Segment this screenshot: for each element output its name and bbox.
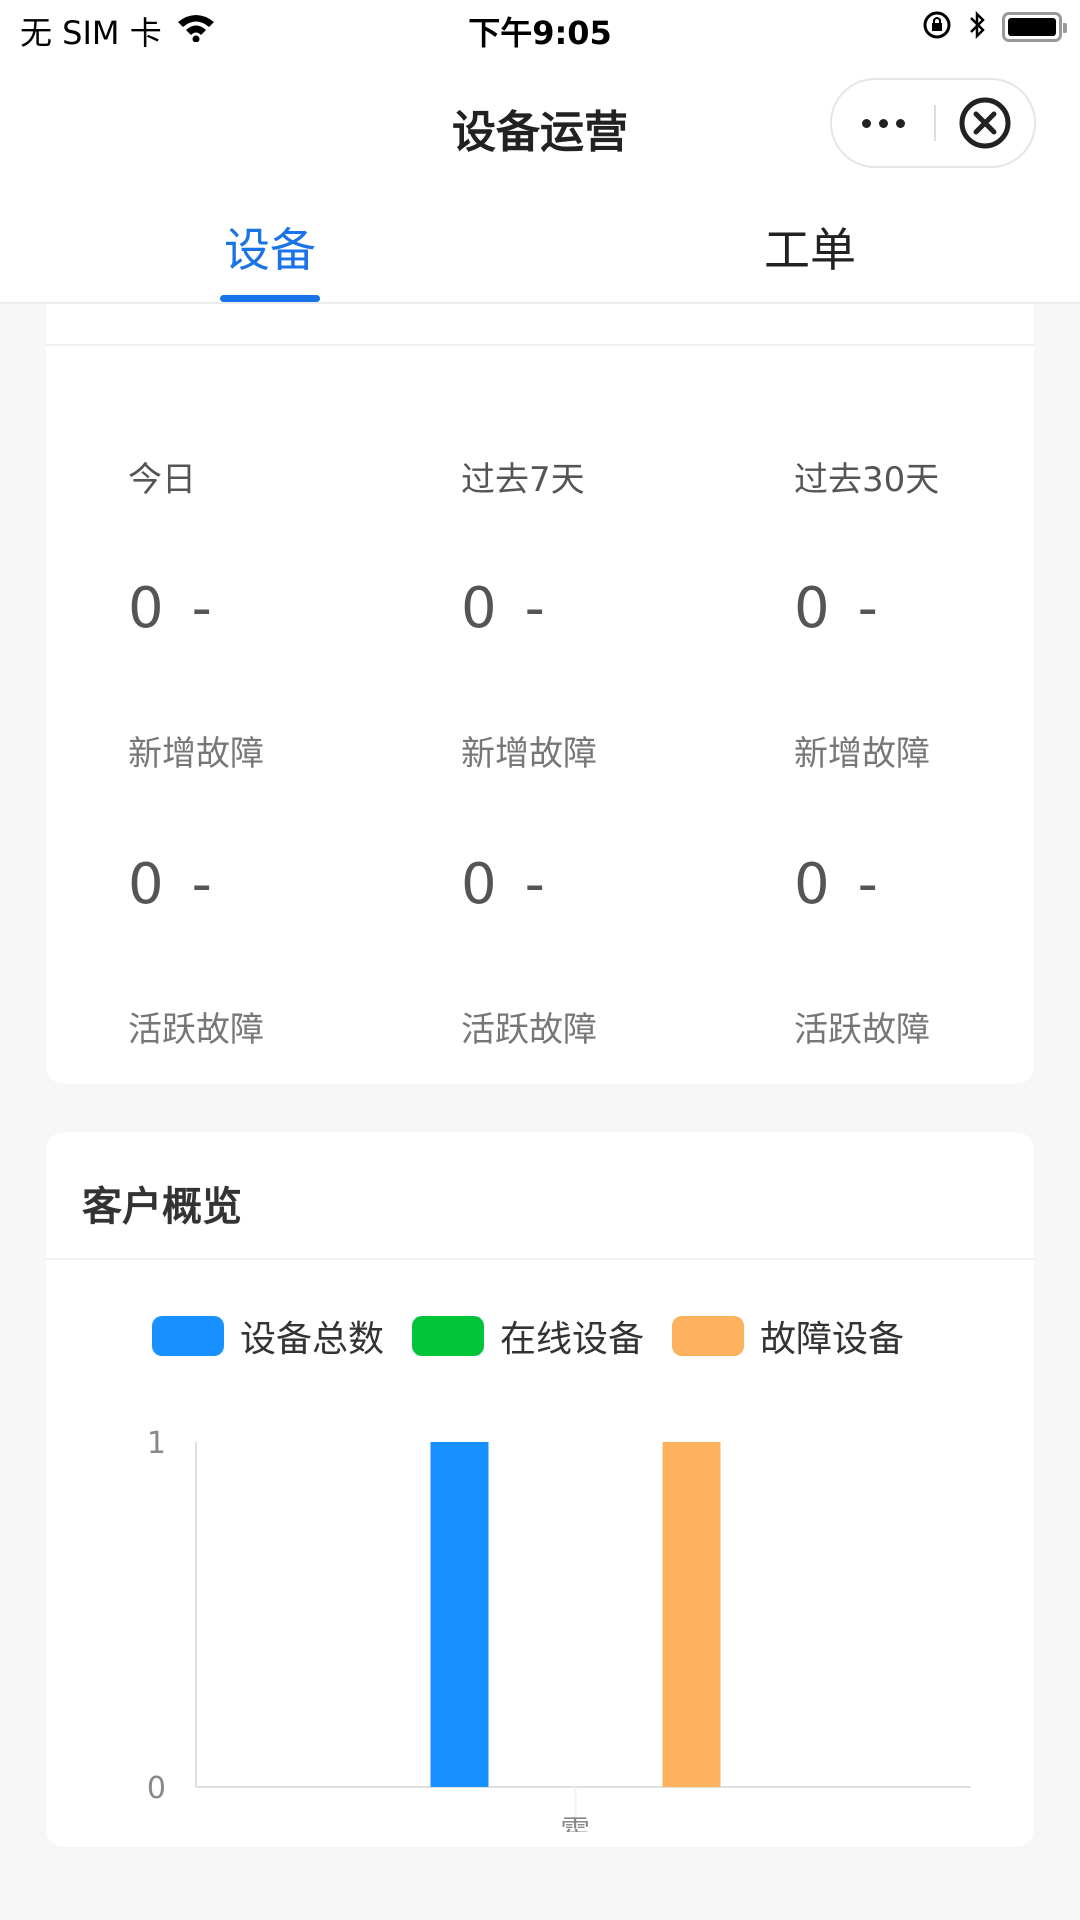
period-label: 过去7天 [461,460,585,500]
legend-label: 在线设备 [500,1319,645,1360]
more-button[interactable] [832,80,934,166]
period-label: 今日 [128,460,196,500]
new-faults-value: 0- [461,576,545,641]
new-faults-label: 新增故障 [461,734,597,774]
active-faults-value: 0- [128,852,212,917]
nav-bar: 设备运营 [0,58,1080,186]
legend-item-online[interactable]: 在线设备 [412,1310,644,1362]
legend-item-total[interactable]: 设备总数 [152,1310,384,1362]
tab-work-order[interactable]: 工单 [540,186,1080,302]
status-time: 下午9:05 [468,14,612,52]
divider [46,1258,1034,1260]
bluetooth-icon [968,10,986,44]
active-faults-label: 活跃故障 [794,1010,930,1050]
legend-swatch [412,1316,485,1356]
tab-device[interactable]: 设备 [0,186,540,302]
trend-indicator: - [857,576,878,641]
new-faults-value: 0- [794,576,878,641]
period-label: 过去30天 [794,460,940,500]
new-faults-label: 新增故障 [794,734,930,774]
bar-total-devices [430,1442,489,1787]
legend-item-faulty[interactable]: 故障设备 [672,1310,904,1362]
mini-program-capsule [830,78,1036,168]
active-faults-label: 活跃故障 [461,1010,597,1050]
new-faults-label: 新增故障 [128,734,264,774]
trend-indicator: - [524,576,545,641]
trend-indicator: - [191,852,212,917]
close-circle-icon [959,97,1011,149]
status-bar: 无 SIM 卡 下午9:05 [0,0,1080,58]
chart-legend: 设备总数 在线设备 故障设备 [152,1310,932,1362]
battery-icon [1002,12,1067,42]
active-faults-label: 活跃故障 [128,1010,264,1050]
fault-stats-card: 今日 0- 新增故障 0- 活跃故障 过去7天 0- 新增故障 0- 活跃故障 … [46,304,1034,1084]
trend-indicator: - [191,576,212,641]
new-faults-value: 0- [128,576,212,641]
legend-swatch [152,1316,224,1356]
legend-label: 设备总数 [240,1319,385,1360]
tab-bar: 设备 工单 [0,186,1080,304]
active-faults-value: 0- [461,852,545,917]
y-tick-label: 1 [147,1426,166,1461]
bar-faulty-devices [662,1442,721,1787]
more-icon [861,118,871,128]
trend-indicator: - [524,852,545,917]
trend-indicator: - [857,852,878,917]
close-button[interactable] [936,80,1034,166]
legend-swatch [672,1316,745,1356]
x-tick-label: 霍... [560,1815,619,1832]
bar-chart: 0 1 霍... [147,1426,971,1832]
active-faults-value: 0- [794,852,878,917]
section-title: 客户概览 [82,1184,242,1230]
customer-overview-card: 客户概览 设备总数 在线设备 故障设备 0 1 霍... [46,1132,1034,1847]
divider [46,344,1034,346]
rotation-lock-icon [922,10,952,44]
y-tick-label: 0 [147,1771,166,1806]
legend-label: 故障设备 [760,1319,905,1360]
